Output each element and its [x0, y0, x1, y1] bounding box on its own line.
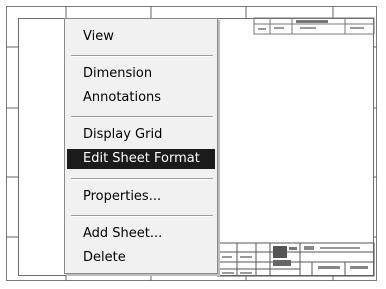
menu-item-properties[interactable]: Properties...: [67, 187, 215, 207]
title-block: [217, 242, 375, 277]
menu-item-edit-sheet-format[interactable]: Edit Sheet Format: [67, 149, 215, 169]
menu-separator: [71, 178, 213, 180]
zone-ticks-top: [65, 6, 334, 18]
menu-separator: [71, 55, 213, 57]
menu-item-dimension[interactable]: Dimension: [67, 64, 215, 84]
revision-block: [253, 17, 375, 35]
menu-separator: [71, 215, 213, 217]
menu-item-delete[interactable]: Delete: [67, 248, 215, 268]
menu-item-add-sheet[interactable]: Add Sheet...: [67, 224, 215, 244]
menu-separator: [71, 116, 213, 118]
context-menu: View Dimension Annotations Display Grid …: [64, 18, 218, 274]
menu-item-display-grid[interactable]: Display Grid: [67, 125, 215, 145]
menu-item-view[interactable]: View: [67, 27, 215, 47]
menu-item-annotations[interactable]: Annotations: [67, 88, 215, 108]
